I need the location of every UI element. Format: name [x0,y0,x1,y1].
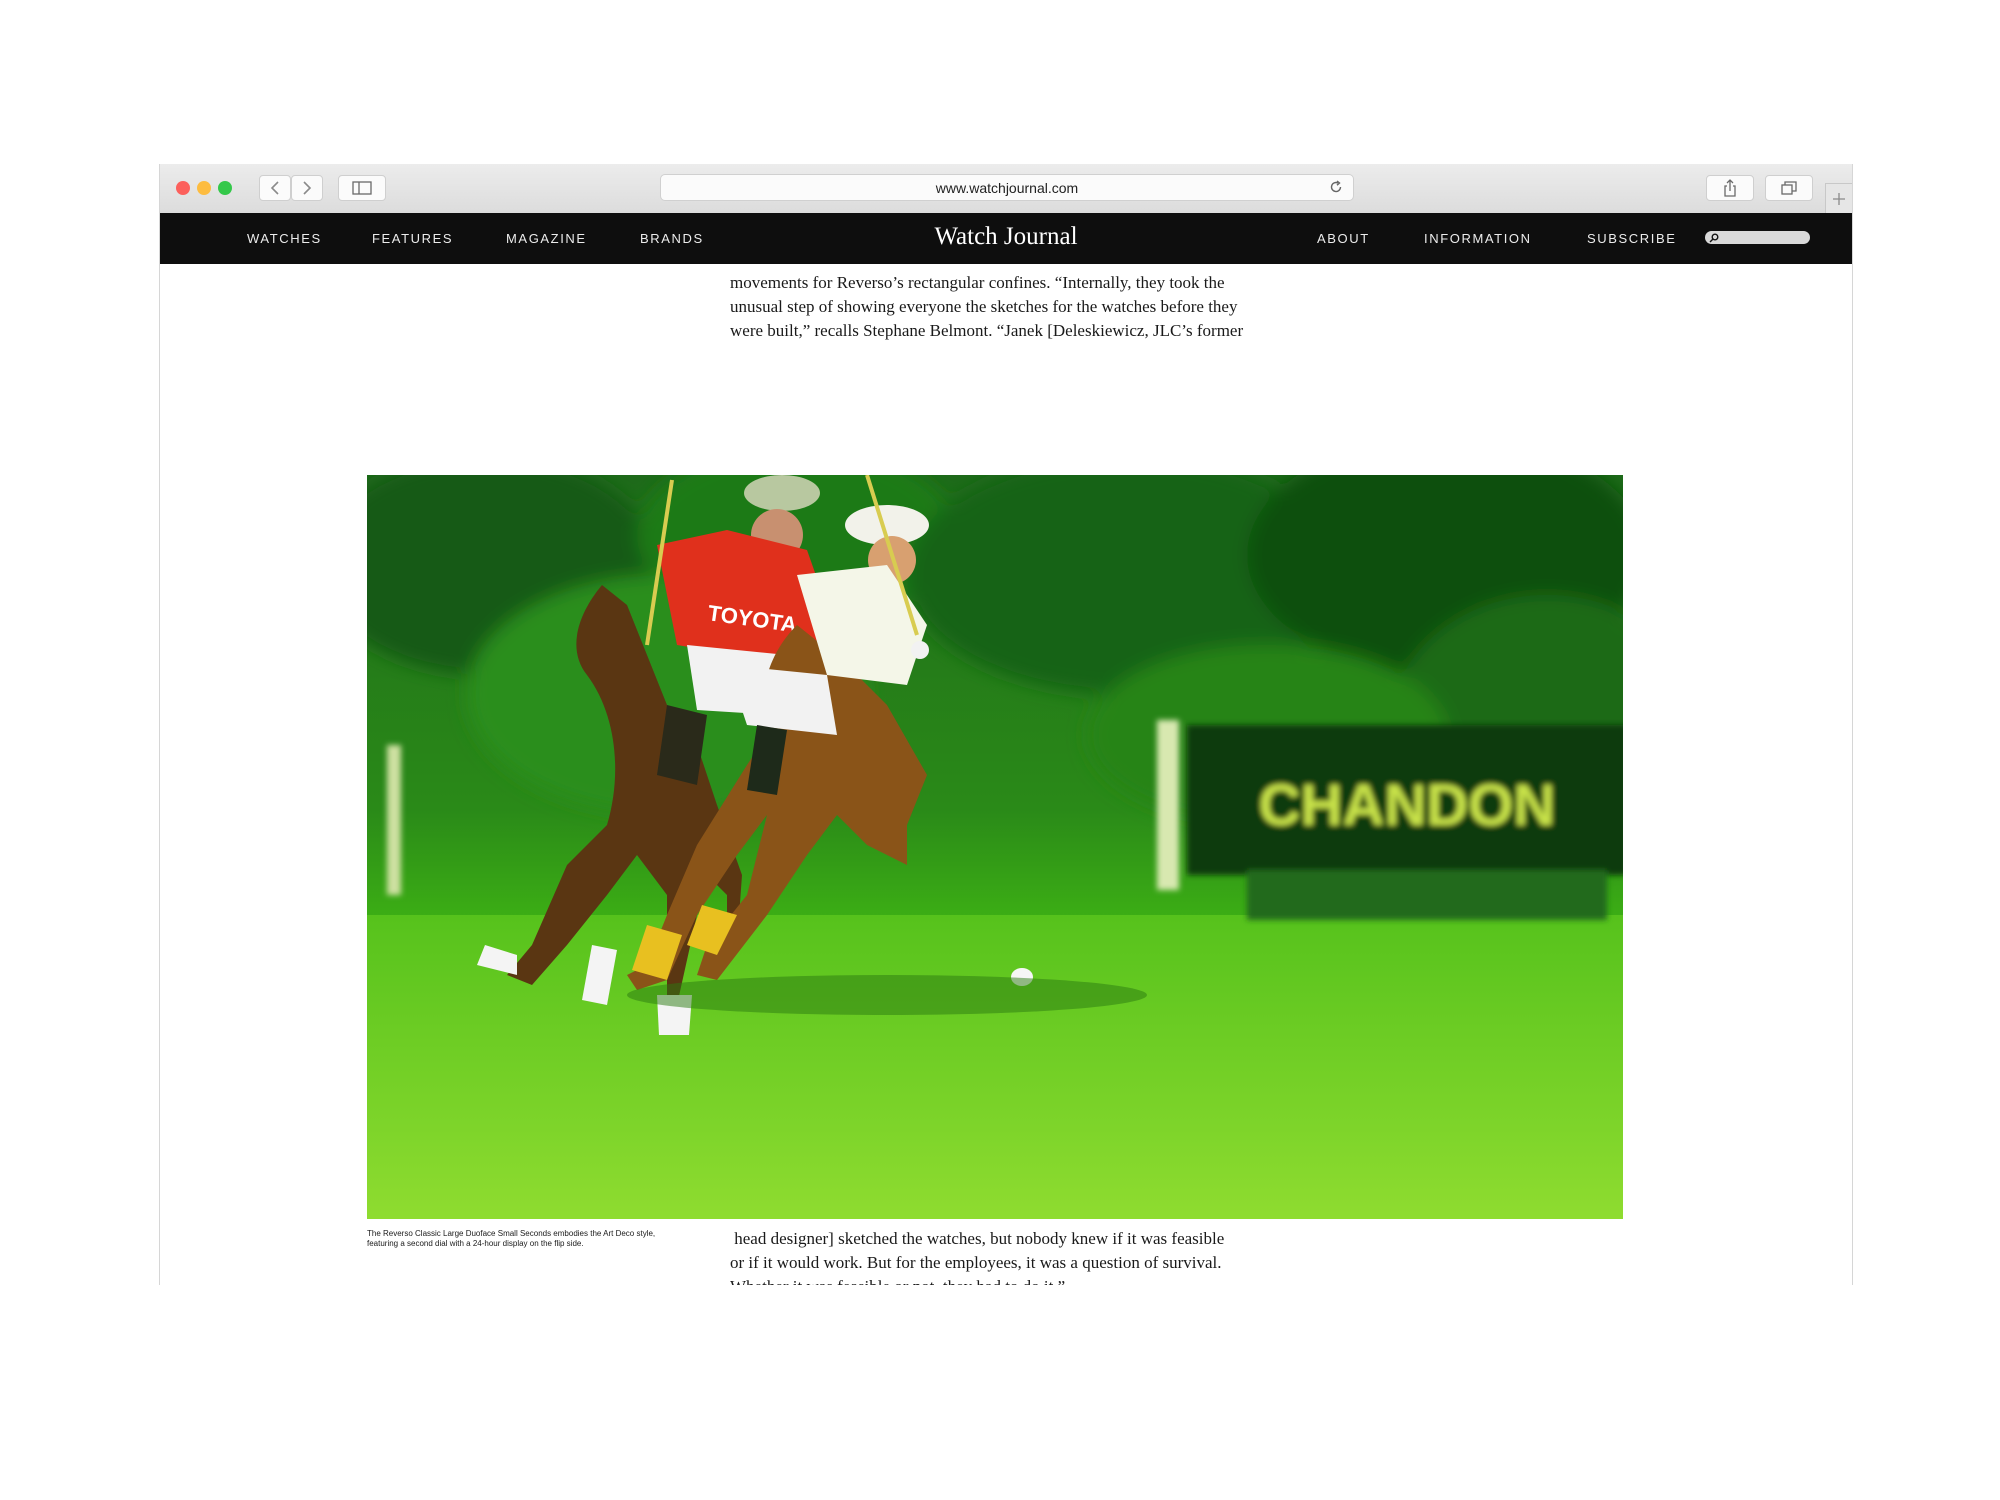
article-line: movements for Reverso’s rectangular conf… [730,273,1225,292]
reload-icon[interactable] [1329,180,1343,194]
nav-subscribe[interactable]: SUBSCRIBE [1587,231,1677,246]
article-line: unusual step of showing everyone the ske… [730,297,1238,316]
caption-line: featuring a second dial with a 24-hour d… [367,1239,584,1248]
photo-caption: The Reverso Classic Large Duoface Small … [367,1229,787,1249]
article-photo-polo: CHANDON TOYOTA [367,475,1623,1219]
browser-window: www.watchjournal.com WATCHES FEATURES MA… [159,164,1853,1285]
nav-information[interactable]: INFORMATION [1424,231,1532,246]
article-line: were built,” recalls Stephane Belmont. “… [730,321,1244,340]
forward-button[interactable] [291,175,323,201]
chevron-left-icon [270,181,279,195]
article-line: or if it would work. But for the employe… [730,1253,1222,1272]
show-tabs-button[interactable] [1765,175,1813,201]
share-button[interactable] [1706,175,1754,201]
nav-about[interactable]: ABOUT [1317,231,1370,246]
polo-match-image: CHANDON TOYOTA [367,475,1623,1219]
sidebar-toggle-button[interactable] [338,175,386,201]
share-icon [1724,179,1736,197]
article-paragraph-top: movements for Reverso’s rectangular conf… [730,271,1290,343]
address-bar-url: www.watchjournal.com [935,180,1079,196]
close-window-button[interactable] [176,181,190,195]
article-paragraph-bottom: head designer] sketched the watches, but… [730,1227,1290,1285]
chandon-sign-text: CHANDON [1259,773,1555,838]
article-line: Whether it was feasible or not, they had… [730,1275,1290,1285]
tabs-icon [1781,181,1797,195]
search-icon [1709,233,1719,243]
article-line: head designer] sketched the watches, but… [730,1229,1225,1248]
site-search-input[interactable] [1705,231,1810,244]
back-button[interactable] [259,175,291,201]
browser-toolbar: www.watchjournal.com [160,164,1852,214]
plus-icon [1833,192,1845,205]
new-tab-button[interactable] [1825,183,1852,213]
site-navbar: WATCHES FEATURES MAGAZINE BRANDS Watch J… [160,213,1852,264]
article-content: movements for Reverso’s rectangular conf… [160,213,1852,1285]
sidebar-icon [352,181,372,195]
minimize-window-button[interactable] [197,181,211,195]
address-bar[interactable]: www.watchjournal.com [660,174,1354,201]
caption-line: The Reverso Classic Large Duoface Small … [367,1229,656,1238]
zoom-window-button[interactable] [218,181,232,195]
chevron-right-icon [303,181,312,195]
